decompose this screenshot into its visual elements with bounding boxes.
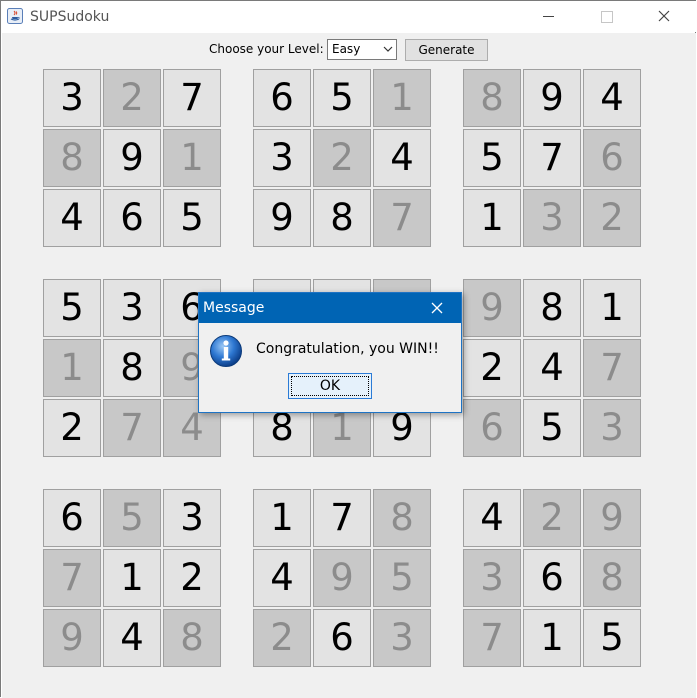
sudoku-cell[interactable]: 2 (163, 549, 221, 607)
minimize-button[interactable] (526, 1, 572, 32)
sudoku-cell[interactable]: 1 (523, 609, 581, 667)
generate-button[interactable]: Generate (405, 39, 488, 61)
sudoku-cell: 8 (463, 69, 521, 127)
sudoku-cell[interactable]: 4 (373, 129, 431, 187)
title-bar[interactable]: SUPSudoku (1, 1, 696, 32)
sudoku-cell: 8 (583, 549, 641, 607)
sudoku-cell: 8 (43, 129, 101, 187)
sudoku-cell[interactable]: 7 (313, 489, 371, 547)
sudoku-cell[interactable]: 4 (43, 189, 101, 247)
level-label: Choose your Level: (209, 42, 324, 56)
sudoku-cell[interactable]: 7 (523, 129, 581, 187)
sudoku-cell: 9 (313, 549, 371, 607)
sudoku-cell[interactable]: 4 (463, 489, 521, 547)
dialog-title-bar[interactable]: Message (199, 293, 461, 323)
app-window: SUPSudoku Choose your Level: Easy Genera… (0, 0, 696, 698)
sudoku-cell: 1 (163, 129, 221, 187)
sudoku-cell[interactable]: 5 (583, 609, 641, 667)
sudoku-cell[interactable]: 9 (253, 189, 311, 247)
sudoku-cell[interactable]: 1 (583, 279, 641, 337)
sudoku-cell[interactable]: 5 (463, 129, 521, 187)
sudoku-cell: 9 (583, 489, 641, 547)
close-icon (658, 10, 670, 22)
sudoku-cell: 1 (373, 69, 431, 127)
ok-button[interactable]: OK (288, 373, 372, 399)
level-select-value: Easy (332, 42, 361, 56)
sudoku-cell[interactable]: 5 (43, 279, 101, 337)
sudoku-cell[interactable]: 4 (523, 339, 581, 397)
sudoku-cell: 7 (103, 399, 161, 457)
sudoku-cell[interactable]: 3 (253, 129, 311, 187)
sudoku-cell[interactable]: 8 (313, 189, 371, 247)
sudoku-cell[interactable]: 3 (163, 489, 221, 547)
sudoku-cell: 6 (583, 129, 641, 187)
sudoku-cell: 7 (373, 189, 431, 247)
sudoku-cell[interactable]: 5 (163, 189, 221, 247)
minimize-icon (543, 16, 554, 17)
chevron-down-icon (383, 46, 393, 52)
sudoku-cell[interactable]: 4 (583, 69, 641, 127)
sudoku-cell[interactable]: 5 (523, 399, 581, 457)
sudoku-cell[interactable]: 8 (523, 279, 581, 337)
sudoku-cell[interactable]: 4 (253, 549, 311, 607)
sudoku-cell[interactable]: 6 (43, 489, 101, 547)
sudoku-cell[interactable]: 3 (103, 279, 161, 337)
sudoku-cell[interactable]: 4 (103, 609, 161, 667)
sudoku-cell: 7 (583, 339, 641, 397)
sudoku-cell: 8 (163, 609, 221, 667)
sudoku-cell: 7 (43, 549, 101, 607)
sudoku-cell: 5 (373, 549, 431, 607)
sudoku-cell: 9 (43, 609, 101, 667)
sudoku-cell: 7 (463, 609, 521, 667)
sudoku-cell: 2 (253, 609, 311, 667)
sudoku-cell: 1 (43, 339, 101, 397)
sudoku-cell: 6 (463, 399, 521, 457)
sudoku-cell[interactable]: 6 (313, 609, 371, 667)
sudoku-cell[interactable]: 3 (43, 69, 101, 127)
message-dialog: Message Congratulation, you WIN!! OK (198, 292, 462, 413)
sudoku-cell[interactable]: 9 (103, 129, 161, 187)
sudoku-cell: 5 (103, 489, 161, 547)
dialog-title: Message (203, 300, 265, 316)
sudoku-cell[interactable]: 6 (103, 189, 161, 247)
sudoku-cell[interactable]: 6 (253, 69, 311, 127)
sudoku-cell[interactable]: 5 (313, 69, 371, 127)
sudoku-cell: 8 (373, 489, 431, 547)
sudoku-cell: 3 (373, 609, 431, 667)
close-button[interactable] (641, 1, 687, 32)
sudoku-cell[interactable]: 6 (523, 549, 581, 607)
sudoku-cell: 2 (103, 69, 161, 127)
sudoku-cell[interactable]: 1 (103, 549, 161, 607)
sudoku-cell[interactable]: 2 (463, 339, 521, 397)
level-select[interactable]: Easy (327, 39, 397, 60)
close-icon[interactable] (427, 298, 447, 318)
sudoku-cell[interactable]: 1 (463, 189, 521, 247)
sudoku-cell: 3 (523, 189, 581, 247)
window-title: SUPSudoku (30, 9, 110, 25)
sudoku-cell[interactable]: 9 (523, 69, 581, 127)
java-icon (7, 8, 23, 24)
sudoku-cell: 2 (583, 189, 641, 247)
dialog-message: Congratulation, you WIN!! (256, 341, 439, 357)
sudoku-cell: 3 (583, 399, 641, 457)
sudoku-cell[interactable]: 2 (43, 399, 101, 457)
sudoku-cell[interactable]: 1 (253, 489, 311, 547)
sudoku-cell: 9 (463, 279, 521, 337)
sudoku-cell: 2 (523, 489, 581, 547)
maximize-button[interactable] (583, 1, 629, 32)
sudoku-cell: 3 (463, 549, 521, 607)
info-icon (210, 335, 242, 367)
ok-button-label: OK (319, 378, 341, 394)
sudoku-cell[interactable]: 8 (103, 339, 161, 397)
maximize-icon (601, 11, 613, 23)
sudoku-cell[interactable]: 7 (163, 69, 221, 127)
sudoku-cell: 2 (313, 129, 371, 187)
